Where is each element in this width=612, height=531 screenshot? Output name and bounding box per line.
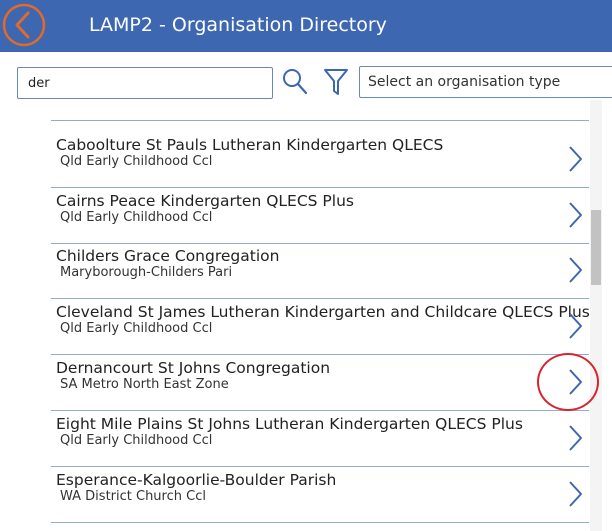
- search-button[interactable]: [282, 68, 308, 96]
- list-item-title: Cleveland St James Lutheran Kindergarten…: [56, 303, 589, 321]
- list-item-subtitle: Qld Early Childhood Ccl: [60, 433, 213, 448]
- chevron-right-icon[interactable]: [566, 144, 584, 174]
- chevron-right-icon[interactable]: [566, 200, 584, 230]
- chevron-right-icon[interactable]: [566, 479, 584, 509]
- list-item-title: Esperance-Kalgoorlie-Boulder Parish: [56, 471, 337, 489]
- organisation-list: Q ... Caboolture St Pauls Lutheran Kinde…: [51, 100, 589, 531]
- chevron-left-icon: [2, 3, 46, 47]
- list-item[interactable]: Caboolture St Pauls Lutheran Kindergarte…: [51, 132, 589, 188]
- filter-icon: [324, 69, 348, 95]
- search-icon: [283, 69, 308, 95]
- list-item[interactable]: Q ...: [51, 100, 589, 121]
- list-item-title: Eight Mile Plains St Johns Lutheran Kind…: [56, 415, 523, 433]
- chevron-right-icon[interactable]: [566, 423, 584, 453]
- back-button[interactable]: [2, 3, 46, 47]
- filter-button[interactable]: [323, 67, 349, 97]
- list-item-subtitle: Qld Early Childhood Ccl: [60, 154, 213, 169]
- organisation-type-select[interactable]: Select an organisation type: [359, 66, 612, 98]
- list-item[interactable]: Cairns Peace Kindergarten QLECS Plus Qld…: [51, 188, 589, 244]
- list-item-title: Cairns Peace Kindergarten QLECS Plus: [56, 192, 354, 210]
- list-item[interactable]: Esperance-Kalgoorlie-Boulder Parish WA D…: [51, 467, 589, 523]
- chevron-right-icon[interactable]: [566, 311, 584, 341]
- list-item[interactable]: Cleveland St James Lutheran Kindergarten…: [51, 299, 589, 355]
- list-item-subtitle: Maryborough-Childers Pari: [60, 265, 233, 280]
- app-header: LAMP2 - Organisation Directory: [0, 0, 612, 52]
- list-item-title: Caboolture St Pauls Lutheran Kindergarte…: [56, 136, 444, 154]
- list-scrollbar[interactable]: [590, 100, 602, 531]
- list-item[interactable]: Childers Grace Congregation Maryborough-…: [51, 243, 589, 299]
- list-item-title: Childers Grace Congregation: [56, 247, 280, 265]
- list-item[interactable]: Dernancourt St Johns Congregation SA Met…: [51, 355, 589, 411]
- list-item-subtitle: SA Metro North East Zone: [60, 377, 229, 392]
- scrollbar-thumb[interactable]: [591, 210, 601, 285]
- list-item-subtitle: WA District Church Ccl: [60, 489, 206, 504]
- chevron-right-icon[interactable]: [566, 367, 584, 397]
- chevron-right-icon[interactable]: [566, 255, 584, 285]
- list-item-subtitle: Qld Early Childhood Ccl: [60, 210, 213, 225]
- list-item-subtitle: Qld Early Childhood Ccl: [60, 321, 213, 336]
- list-item[interactable]: Eight Mile Plains St Johns Lutheran Kind…: [51, 411, 589, 467]
- list-item-title: Dernancourt St Johns Congregation: [56, 359, 331, 377]
- search-input[interactable]: [17, 67, 273, 99]
- page-title: LAMP2 - Organisation Directory: [89, 14, 387, 36]
